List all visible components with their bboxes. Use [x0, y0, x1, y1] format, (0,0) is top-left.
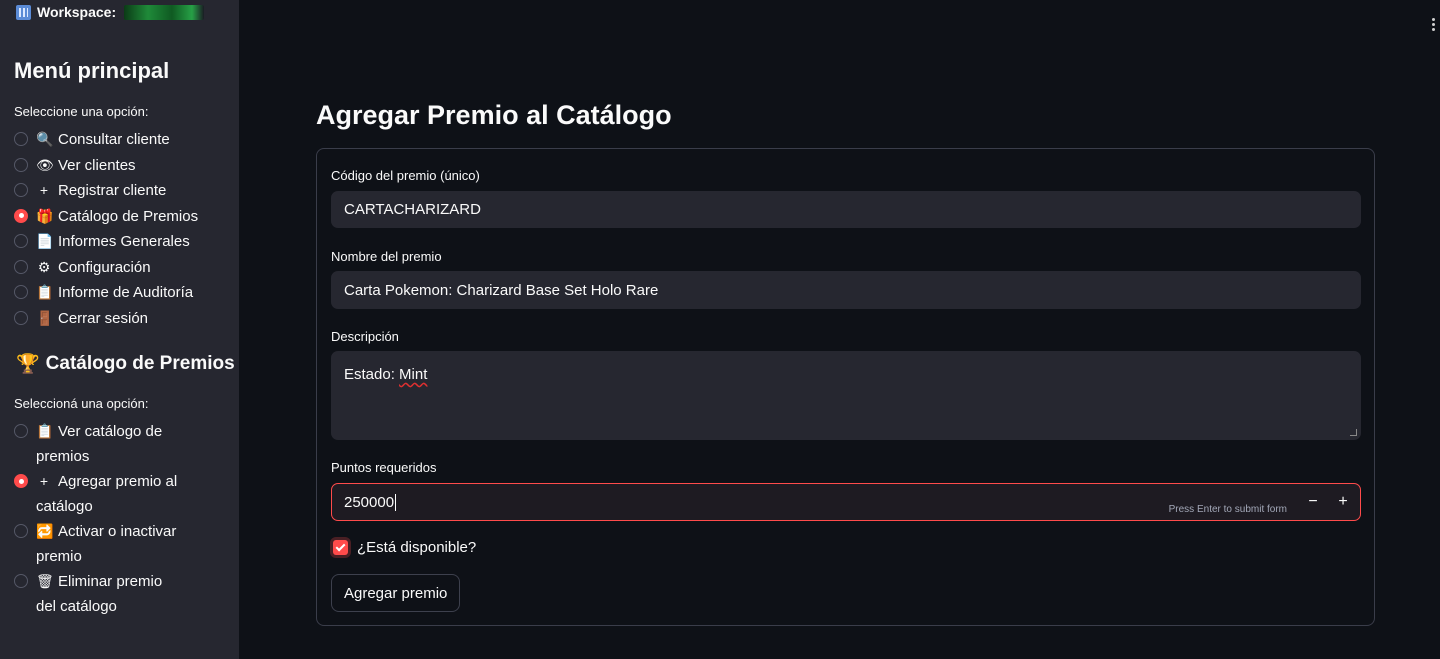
points-value: 250000	[344, 493, 395, 511]
radio-option-text: Ver catálogo de premios	[36, 423, 163, 465]
points-label: Puntos requeridos	[331, 460, 437, 475]
workspace-label: Workspace:	[37, 4, 117, 20]
radio-option-label: ⚙ Configuración	[36, 255, 229, 281]
repeat-icon: 🔁	[36, 523, 54, 539]
radio-option-1[interactable]: 👁 Ver clientes	[14, 153, 229, 179]
section-prompt: Seleccioná una opción:	[14, 396, 149, 411]
radio-option-label: + Agregar premio al catálogo	[36, 469, 184, 519]
radio-option-text: Agregar premio al catálogo	[36, 473, 178, 515]
description-prefix: Estado:	[344, 366, 400, 383]
clipboard-icon: 📋	[36, 284, 54, 300]
code-label: Código del premio (único)	[331, 168, 480, 183]
radio-option-3[interactable]: 🗑 Eliminar premio del catálogo	[14, 569, 184, 619]
radio-option-text: Configuración	[58, 258, 151, 276]
name-input[interactable]: Carta Pokemon: Charizard Base Set Holo R…	[331, 271, 1361, 309]
radio-button[interactable]	[14, 208, 28, 223]
menu-title: Menú principal	[14, 58, 170, 83]
main-menu-radio-group: 🔍 Consultar cliente 👁 Ver clientes + Registra…	[14, 127, 229, 331]
magnifier-icon: 🔍	[36, 131, 54, 147]
name-label: Nombre del premio	[331, 249, 442, 264]
radio-option-4[interactable]: 📄 Informes Generales	[14, 229, 229, 255]
radio-button[interactable]	[14, 524, 28, 538]
plus-icon: +	[39, 473, 49, 489]
points-number-input[interactable]: 250000 Press Enter to submit form − +	[331, 483, 1361, 521]
radio-option-text: Informe de Auditoría	[58, 284, 194, 301]
radio-option-text: Ver clientes	[58, 156, 136, 174]
radio-option-label: 🚪 Cerrar sesión	[36, 306, 229, 332]
radio-option-label: + Registrar cliente	[36, 178, 229, 204]
section-title-label: Catálogo de Premios	[45, 353, 235, 374]
radio-option-1[interactable]: + Agregar premio al catálogo	[14, 469, 184, 519]
section-title: 🏆 Catálogo de Premios	[16, 352, 235, 376]
radio-option-0[interactable]: 🔍 Consultar cliente	[14, 127, 229, 153]
gift-icon: 🎁	[36, 207, 54, 224]
radio-button[interactable]	[14, 132, 28, 146]
trophy-icon: 🏆	[16, 354, 40, 375]
add-prize-button[interactable]: Agregar premio	[331, 574, 461, 612]
radio-option-text: Eliminar premio del catálogo	[36, 573, 163, 615]
more-options-icon[interactable]	[1432, 18, 1436, 33]
radio-option-label: 🔁 Activar o inactivar premio	[36, 519, 184, 569]
radio-option-label: 📋 Ver catálogo de premios	[36, 419, 184, 469]
radio-option-2[interactable]: + Registrar cliente	[14, 178, 229, 204]
radio-option-text: Activar o inactivar premio	[36, 523, 177, 565]
add-prize-form: Código del premio (único) CARTACHARIZARD…	[316, 148, 1375, 626]
document-icon: 📄	[36, 233, 54, 249]
available-checkbox[interactable]	[333, 540, 348, 555]
door-icon: 🚪	[36, 309, 54, 326]
submit-hint: Press Enter to submit form	[1168, 504, 1287, 515]
radio-option-text: Cerrar sesión	[58, 309, 149, 327]
radio-option-2[interactable]: 🔁 Activar o inactivar premio	[14, 519, 184, 569]
radio-option-label: 📄 Informes Generales	[36, 229, 229, 255]
radio-button[interactable]	[14, 157, 28, 172]
radio-button[interactable]	[14, 474, 28, 488]
radio-option-text: Consultar cliente	[58, 131, 170, 148]
eye-icon: 👁	[36, 156, 54, 173]
text-caret	[395, 493, 397, 511]
page-title: Agregar Premio al Catálogo	[316, 100, 672, 130]
radio-option-label: 🗑 Eliminar premio del catálogo	[36, 569, 184, 619]
radio-option-5[interactable]: ⚙ Configuración	[14, 255, 229, 281]
gear-icon: ⚙	[37, 258, 51, 275]
radio-button[interactable]	[14, 574, 28, 588]
radio-option-text: Registrar cliente	[58, 182, 167, 199]
plus-icon: +	[39, 182, 49, 198]
decrement-button[interactable]: −	[1298, 484, 1328, 520]
description-textarea[interactable]: Estado: Mint	[331, 351, 1361, 440]
resize-handle-icon[interactable]	[1350, 429, 1357, 436]
available-label: ¿Está disponible?	[357, 539, 477, 556]
building-icon	[16, 4, 31, 20]
menu-prompt: Seleccione una opción:	[14, 104, 149, 119]
trash-icon: 🗑	[36, 573, 54, 589]
radio-option-6[interactable]: 📋 Informe de Auditoría	[14, 280, 229, 306]
radio-option-text: Informes Generales	[58, 233, 190, 250]
radio-option-7[interactable]: 🚪 Cerrar sesión	[14, 306, 229, 332]
radio-button[interactable]	[14, 259, 28, 274]
radio-button[interactable]	[14, 424, 28, 438]
radio-button[interactable]	[14, 234, 28, 248]
radio-option-3[interactable]: 🎁 Catálogo de Premios	[14, 204, 229, 230]
available-checkbox-row[interactable]: ¿Está disponible?	[331, 539, 476, 556]
radio-button[interactable]	[14, 310, 28, 325]
radio-button[interactable]	[14, 285, 28, 299]
description-word: Mint	[399, 366, 428, 383]
code-input[interactable]: CARTACHARIZARD	[331, 191, 1361, 228]
radio-option-0[interactable]: 📋 Ver catálogo de premios	[14, 419, 184, 469]
radio-button[interactable]	[14, 183, 28, 197]
radio-option-label: 🎁 Catálogo de Premios	[36, 204, 229, 230]
radio-option-label: 📋 Informe de Auditoría	[36, 280, 229, 306]
radio-option-text: Catálogo de Premios	[58, 207, 199, 225]
description-label: Descripción	[331, 329, 399, 344]
radio-option-label: 👁 Ver clientes	[36, 153, 229, 179]
increment-button[interactable]: +	[1328, 484, 1358, 520]
catalog-radio-group: 📋 Ver catálogo de premios + Agregar premio …	[14, 419, 184, 619]
clipboard-icon: 📋	[36, 423, 54, 439]
workspace-name-redacted	[124, 4, 205, 20]
sidebar: Workspace: Menú principal Seleccione una…	[0, 0, 239, 659]
workspace-header: Workspace:	[16, 2, 205, 22]
radio-option-label: 🔍 Consultar cliente	[36, 127, 229, 153]
